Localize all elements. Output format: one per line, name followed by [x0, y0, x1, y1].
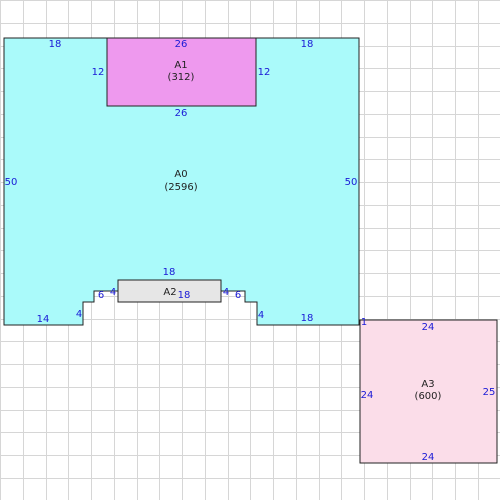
dimension-label: 4 [110, 287, 116, 298]
dimension-label: 6 [235, 290, 241, 301]
dimension-label: 12 [92, 67, 105, 78]
dimension-label: 18 [49, 39, 62, 50]
floor-plan-diagram: A1 (312) A0 (2596) A2 A3 (600) 18 26 18 … [0, 0, 500, 500]
dimension-label: 24 [361, 390, 374, 401]
dimension-label: 14 [37, 314, 50, 325]
dimension-label: 24 [422, 322, 435, 333]
dimension-label: 25 [483, 387, 496, 398]
dimension-label: 18 [301, 39, 314, 50]
dimension-label: 26 [175, 108, 188, 119]
dimension-label: 4 [223, 287, 229, 298]
region-a1-name: A1 [174, 60, 187, 71]
region-a3-area: (600) [415, 391, 442, 402]
region-a3-name: A3 [421, 379, 434, 390]
dimension-label: 18 [178, 290, 191, 301]
dimension-label: 1 [361, 317, 367, 328]
dimension-label: 12 [258, 67, 271, 78]
dimension-label: 50 [345, 177, 358, 188]
dimension-label: 18 [163, 267, 176, 278]
dimension-label: 6 [98, 290, 104, 301]
region-a1-area: (312) [168, 72, 195, 83]
dimension-label: 4 [258, 310, 264, 321]
dimension-label: 18 [301, 313, 314, 324]
dimension-label: 50 [5, 177, 18, 188]
dimension-label: 24 [422, 452, 435, 463]
dimension-label: 4 [76, 309, 82, 320]
region-a0-name: A0 [174, 169, 187, 180]
region-a0-area: (2596) [164, 182, 197, 193]
region-a2-name: A2 [163, 287, 176, 298]
dimension-label: 26 [175, 39, 188, 50]
floor-plan-canvas: A1 (312) A0 (2596) A2 A3 (600) 18 26 18 … [0, 0, 500, 500]
